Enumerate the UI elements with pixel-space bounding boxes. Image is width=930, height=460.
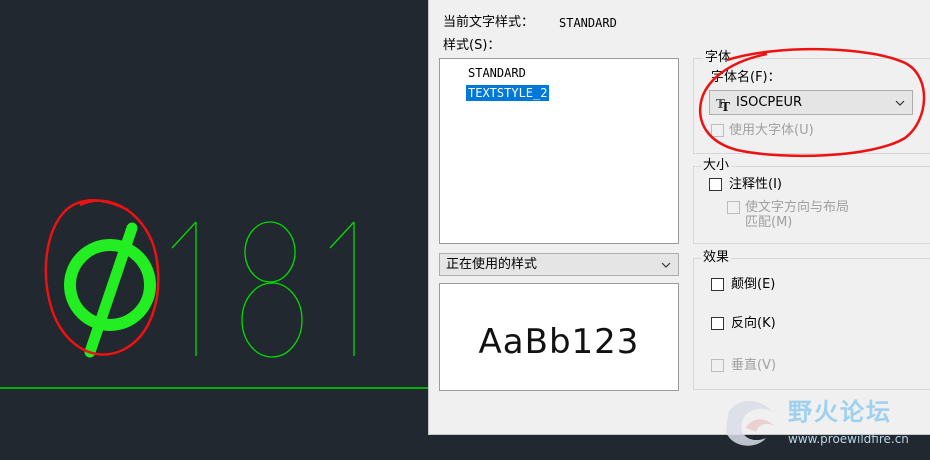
upside-down-label: 颠倒(E) xyxy=(731,277,776,292)
match-orientation-label-line1: 使文字方向与布局 xyxy=(745,200,850,215)
vertical-checkbox[interactable] xyxy=(711,359,724,372)
diameter-symbol xyxy=(64,222,156,358)
backwards-label: 反向(K) xyxy=(731,316,776,331)
watermark-title: 野火论坛 xyxy=(788,398,892,426)
annotative-label: 注释性(I) xyxy=(729,177,782,192)
style-filter-combo[interactable]: 正在使用的样式 xyxy=(439,253,679,276)
upside-down-checkbox[interactable] xyxy=(711,278,724,291)
preview-text: AaBb123 xyxy=(478,322,640,362)
match-orientation-checkbox[interactable] xyxy=(727,201,740,214)
cad-digit-1 xyxy=(171,221,197,356)
chevron-down-icon xyxy=(661,262,671,268)
backwards-checkbox[interactable] xyxy=(711,317,724,330)
vertical-label: 垂直(V) xyxy=(731,358,777,373)
size-group-title: 大小 xyxy=(701,158,732,174)
effects-group-title: 效果 xyxy=(701,250,732,266)
style-item-standard[interactable]: STANDARD xyxy=(466,65,528,81)
style-preview-box: AaBb123 xyxy=(439,283,679,391)
cad-digit-1-second xyxy=(329,221,355,356)
text-style-dialog: 当前文字样式： STANDARD 样式(S)： STANDARD TEXTSTY… xyxy=(428,0,930,435)
styles-listbox[interactable]: STANDARD TEXTSTYLE_2 xyxy=(439,58,679,244)
current-style-value: STANDARD xyxy=(559,16,617,30)
cad-digit-8 xyxy=(241,221,303,358)
cad-canvas[interactable]: 181 xyxy=(0,0,428,460)
cad-drawing-area[interactable]: 181 xyxy=(0,0,428,460)
annotative-checkbox[interactable] xyxy=(709,178,722,191)
flame-logo-icon xyxy=(726,400,774,446)
current-style-label: 当前文字样式： xyxy=(443,15,535,30)
style-item-textstyle-2[interactable]: TEXTSTYLE_2 xyxy=(466,85,550,101)
forum-watermark: 野火论坛 www.proewildfire.cn xyxy=(716,392,930,460)
effects-group xyxy=(693,258,930,390)
style-filter-value: 正在使用的样式 xyxy=(446,257,538,272)
match-orientation-label-line2: 匹配(M) xyxy=(745,215,793,230)
watermark-url: www.proewildfire.cn xyxy=(788,432,909,446)
styles-label: 样式(S)： xyxy=(443,38,501,53)
red-annotation-ellipse xyxy=(698,47,926,158)
